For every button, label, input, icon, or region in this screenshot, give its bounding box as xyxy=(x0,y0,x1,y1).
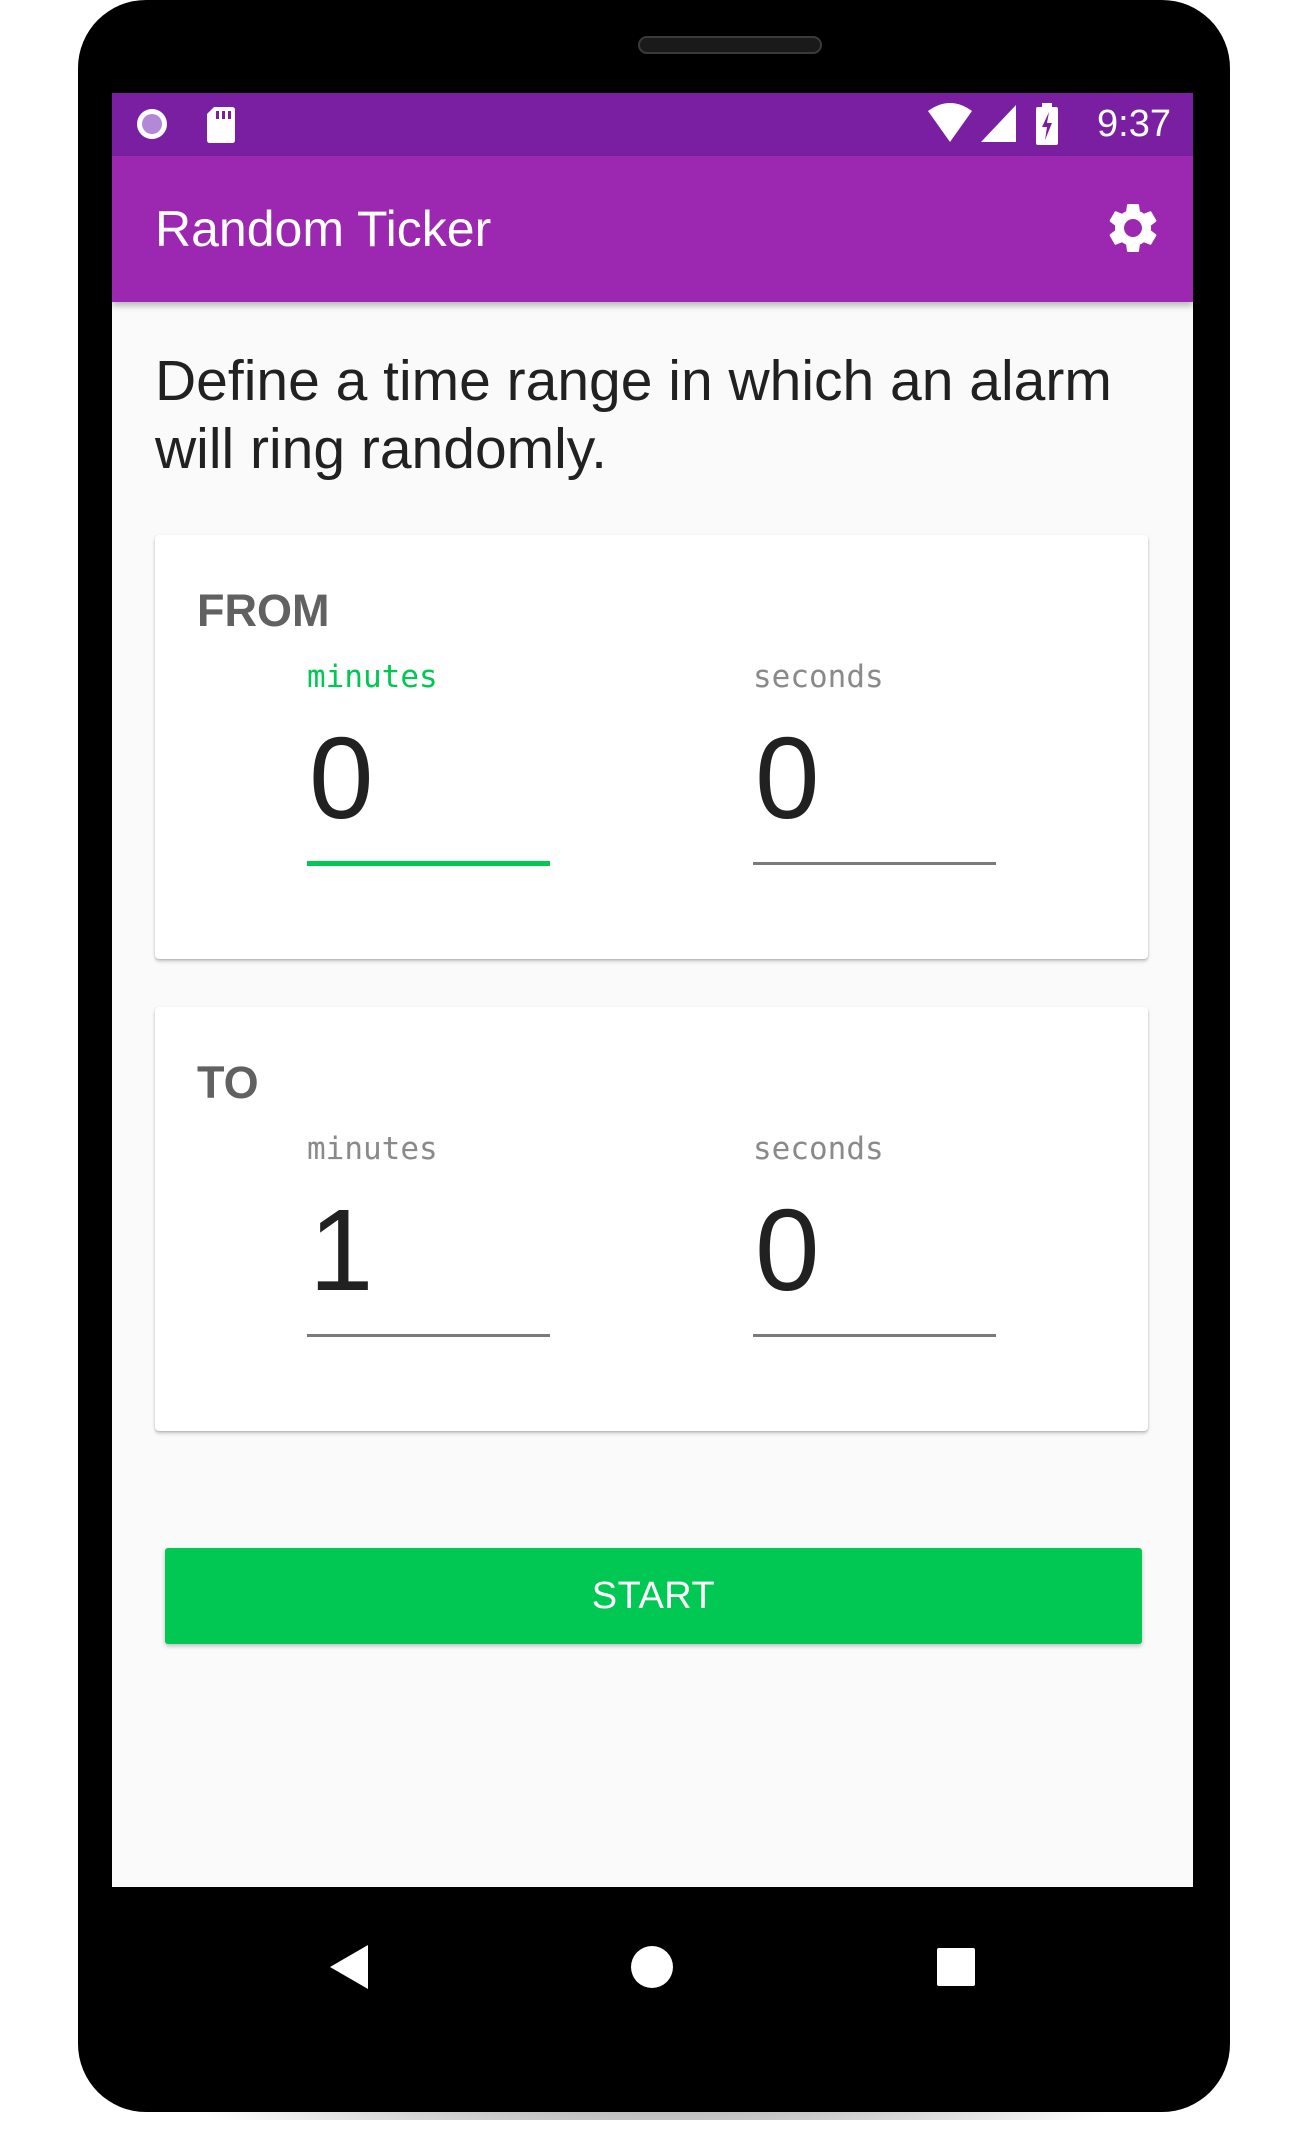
to-minutes-label: minutes xyxy=(307,1131,438,1167)
cell-signal-icon xyxy=(981,105,1016,142)
to-seconds-input[interactable] xyxy=(753,1195,998,1305)
from-card-title: FROM xyxy=(197,585,330,636)
wifi-icon xyxy=(928,103,972,142)
recents-icon xyxy=(937,1948,975,1986)
to-seconds-field[interactable]: seconds xyxy=(753,1131,998,1351)
to-seconds-label: seconds xyxy=(753,1131,884,1167)
home-icon xyxy=(631,1946,673,1988)
sd-card-icon xyxy=(207,107,235,143)
app-screen: 9:37 Random Ticker Define a time range i… xyxy=(112,93,1193,1887)
nav-back-button[interactable] xyxy=(298,1917,398,2017)
status-time: 9:37 xyxy=(1097,103,1171,145)
start-button[interactable]: START xyxy=(165,1548,1142,1644)
to-minutes-field[interactable]: minutes xyxy=(307,1131,552,1351)
from-seconds-input[interactable] xyxy=(753,723,998,833)
app-title: Random Ticker xyxy=(155,201,492,257)
to-card-title: TO xyxy=(197,1057,259,1108)
to-minutes-input[interactable] xyxy=(307,1195,552,1305)
battery-charging-icon xyxy=(1036,103,1058,145)
gear-icon xyxy=(1109,204,1157,252)
app-bar: Random Ticker xyxy=(112,156,1193,302)
from-seconds-underline xyxy=(753,862,996,865)
nav-recents-button[interactable] xyxy=(906,1917,1006,2017)
settings-button[interactable] xyxy=(1103,198,1163,258)
nav-home-button[interactable] xyxy=(602,1917,702,2017)
from-minutes-underline xyxy=(307,861,550,866)
device-speaker xyxy=(638,36,822,54)
to-minutes-underline xyxy=(307,1334,550,1337)
from-seconds-label: seconds xyxy=(753,659,884,695)
back-icon xyxy=(330,1945,368,1989)
from-minutes-label: minutes xyxy=(307,659,438,695)
intro-text: Define a time range in which an alarm wi… xyxy=(155,349,1112,481)
status-bar: 9:37 xyxy=(112,93,1193,156)
from-card: FROM minutes seconds xyxy=(155,535,1148,959)
from-minutes-input[interactable] xyxy=(307,723,552,833)
to-card: TO minutes seconds xyxy=(155,1007,1148,1431)
notification-dot-icon xyxy=(137,109,167,139)
from-minutes-field[interactable]: minutes xyxy=(307,659,552,879)
from-seconds-field[interactable]: seconds xyxy=(753,659,998,879)
navigation-bar xyxy=(112,1887,1193,2047)
to-seconds-underline xyxy=(753,1334,996,1337)
